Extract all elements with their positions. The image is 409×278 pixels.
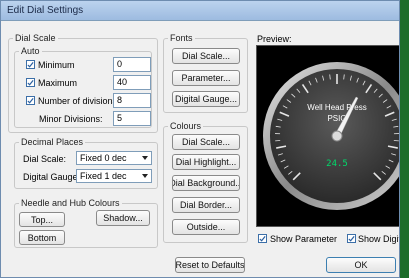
show-digital-gauge-label: Show Digital Ga: [358, 234, 399, 244]
decimal-places-legend: Decimal Places: [21, 137, 84, 147]
show-parameter-label: Show Parameter: [270, 234, 338, 244]
fonts-legend: Fonts: [170, 33, 193, 43]
maximum-label: Maximum: [38, 78, 78, 88]
gauge-hub: [331, 130, 343, 142]
checkmark-icon: [27, 97, 34, 104]
minor-divisions-field[interactable]: 5: [113, 111, 151, 126]
dial-scale-decimals-label: Dial Scale:: [23, 154, 67, 164]
reset-to-defaults-button[interactable]: Reset to Defaults: [175, 257, 245, 273]
needle-bottom-button[interactable]: Bottom: [19, 230, 65, 245]
preview-label: Preview:: [257, 34, 292, 44]
gauge-svg: Well Head Press PSIG 24.5: [263, 62, 399, 210]
divisions-checkbox[interactable]: [26, 96, 35, 105]
needle-shadow-button[interactable]: Shadow...: [96, 210, 150, 226]
minor-divisions-label: Minor Divisions:: [39, 114, 103, 124]
digital-gauge-decimals-select[interactable]: Fixed 1 dec: [76, 169, 152, 183]
minimum-field[interactable]: 0: [113, 57, 151, 72]
auto-legend: Auto: [21, 46, 40, 56]
font-dial-scale-button[interactable]: Dial Scale...: [172, 48, 240, 64]
gauge-title: Well Head Press: [307, 103, 366, 112]
ok-button[interactable]: OK: [326, 257, 396, 273]
show-parameter-checkbox[interactable]: [258, 234, 267, 243]
font-parameter-button[interactable]: Parameter...: [172, 70, 240, 86]
minimum-checkbox[interactable]: [26, 60, 35, 69]
digital-gauge-decimals-value: Fixed 1 dec: [80, 171, 127, 181]
title-bar[interactable]: Edit Dial Settings: [1, 1, 399, 21]
gauge-digital-readout: 24.5: [326, 159, 348, 169]
show-digital-gauge-checkbox[interactable]: [347, 234, 356, 243]
colours-legend: Colours: [170, 121, 202, 131]
chevron-down-icon: [142, 156, 148, 160]
needle-top-button[interactable]: Top...: [19, 212, 65, 227]
dial-scale-legend: Dial Scale: [15, 33, 56, 43]
chevron-down-icon: [142, 174, 148, 178]
colour-outside-button[interactable]: Outside...: [172, 219, 240, 235]
maximum-field[interactable]: 40: [113, 75, 151, 90]
font-digital-gauge-button[interactable]: Digital Gauge...: [172, 91, 240, 107]
checkmark-icon: [259, 235, 266, 242]
colour-dial-background-button[interactable]: Dial Background...: [172, 175, 240, 191]
dialog-window: Edit Dial Settings Dial Scale Auto Minim…: [0, 0, 400, 278]
dial-scale-decimals-value: Fixed 0 dec: [80, 153, 127, 163]
checkmark-icon: [27, 61, 34, 68]
digital-gauge-decimals-label: Digital Gauge:: [23, 172, 81, 182]
divisions-field[interactable]: 8: [113, 93, 151, 108]
checkmark-icon: [27, 79, 34, 86]
needle-hub-legend: Needle and Hub Colours: [21, 198, 120, 208]
minimum-label: Minimum: [38, 60, 75, 70]
gauge-preview: Well Head Press PSIG 24.5: [256, 45, 399, 227]
divisions-label: Number of divisions:: [38, 96, 120, 106]
colour-dial-border-button[interactable]: Dial Border...: [172, 197, 240, 213]
dial-scale-decimals-select[interactable]: Fixed 0 dec: [76, 151, 152, 165]
colour-dial-scale-button[interactable]: Dial Scale...: [172, 134, 240, 150]
window-title: Edit Dial Settings: [7, 5, 84, 16]
checkmark-icon: [348, 235, 355, 242]
maximum-checkbox[interactable]: [26, 78, 35, 87]
colour-dial-highlight-button[interactable]: Dial Highlight...: [172, 154, 240, 170]
